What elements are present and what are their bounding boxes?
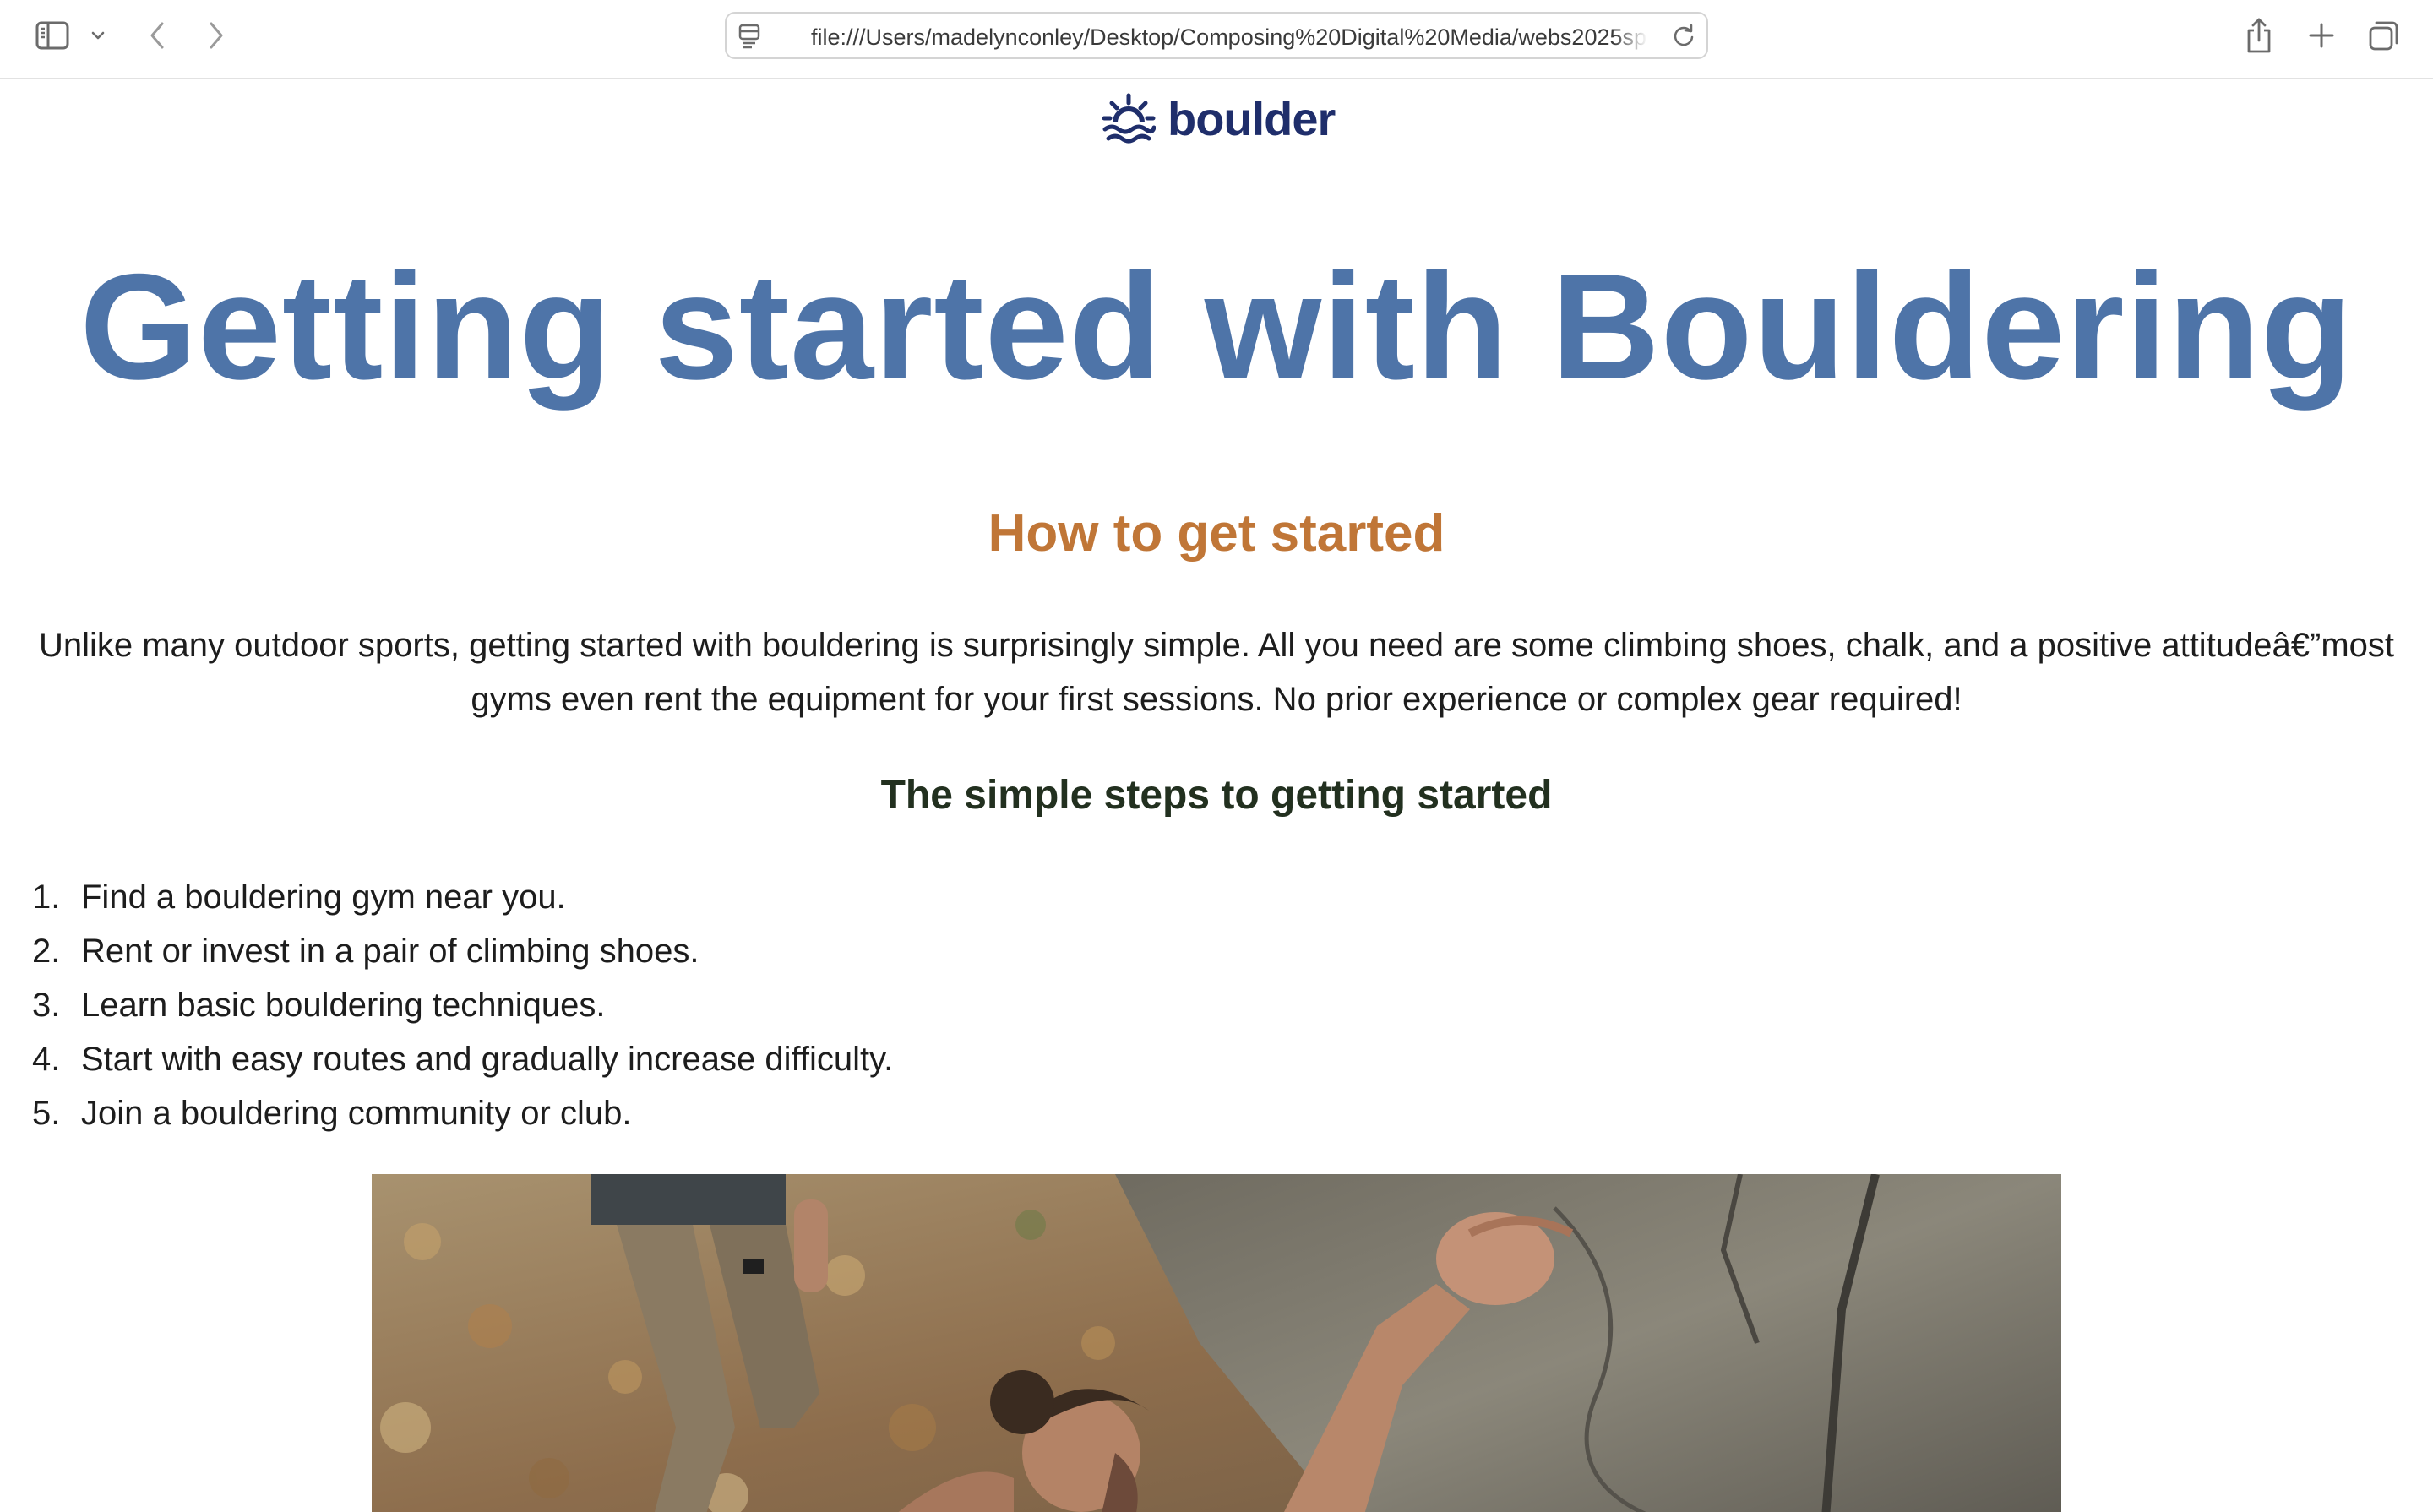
steps-list: 1. Find a bouldering gym near you. 2. Re… [32, 870, 1384, 1140]
list-item-text: Rent or invest in a pair of climbing sho… [81, 933, 699, 970]
back-arrow-icon [149, 21, 166, 50]
list-item: 4. Start with easy routes and gradually … [32, 1032, 1384, 1086]
sun-wave-logo-icon [1102, 92, 1157, 146]
logo-text: boulder [1168, 92, 1336, 145]
intro-line-2: gyms even rent the equipment for your fi… [471, 681, 1962, 718]
new-tab-button[interactable] [2301, 15, 2342, 56]
page-icon[interactable] [737, 22, 767, 51]
section-title: How to get started [988, 504, 1445, 563]
intro-line-1: Unlike many outdoor sports, getting star… [38, 627, 2395, 664]
list-item-number: 3. [32, 987, 61, 1024]
share-icon [2244, 17, 2274, 54]
sidebar-icon [35, 21, 69, 50]
intro-paragraph: Unlike many outdoor sports, getting star… [25, 618, 2408, 726]
sidebar-toggle-button[interactable] [32, 15, 73, 56]
back-button[interactable] [139, 15, 176, 56]
plus-icon [2308, 22, 2335, 49]
browser-toolbar: file:///Users/madelynconley/Desktop/Comp… [0, 0, 2433, 79]
list-item-text: Join a bouldering community or club. [81, 1095, 632, 1132]
steps-heading: The simple steps to getting started [880, 773, 1553, 818]
forward-arrow-icon [208, 21, 225, 50]
climber-photo [372, 1174, 2061, 1512]
list-item-text: Learn basic bouldering techniques. [81, 987, 606, 1024]
tab-overview-button[interactable] [2364, 15, 2404, 56]
list-item: 3. Learn basic bouldering techniques. [32, 978, 1384, 1032]
list-item: 1. Find a bouldering gym near you. [32, 870, 1384, 924]
url-text[interactable]: file:///Users/madelynconley/Desktop/Comp… [811, 24, 1647, 50]
list-item: 2. Rent or invest in a pair of climbing … [32, 924, 1384, 978]
web-page: boulder Getting started with Bouldering … [0, 81, 2433, 1512]
share-button[interactable] [2239, 12, 2279, 59]
sidebar-menu-button[interactable] [86, 20, 110, 51]
list-item-text: Start with easy routes and gradually inc… [81, 1041, 894, 1078]
list-item-text: Find a bouldering gym near you. [81, 878, 566, 916]
list-item-number: 4. [32, 1041, 61, 1078]
address-bar[interactable]: file:///Users/madelynconley/Desktop/Comp… [725, 12, 1708, 59]
chevron-down-icon [90, 30, 106, 41]
hero-title: Getting started with Bouldering [79, 242, 2354, 411]
list-item-number: 5. [32, 1095, 61, 1132]
site-logo[interactable]: boulder [1102, 90, 1338, 149]
list-item-number: 1. [32, 878, 61, 916]
tabs-overview-icon [2368, 19, 2400, 52]
forward-button[interactable] [198, 15, 235, 56]
list-item: 5. Join a bouldering community or club. [32, 1086, 1384, 1140]
reload-icon[interactable] [1671, 24, 1696, 49]
list-item-number: 2. [32, 933, 61, 970]
